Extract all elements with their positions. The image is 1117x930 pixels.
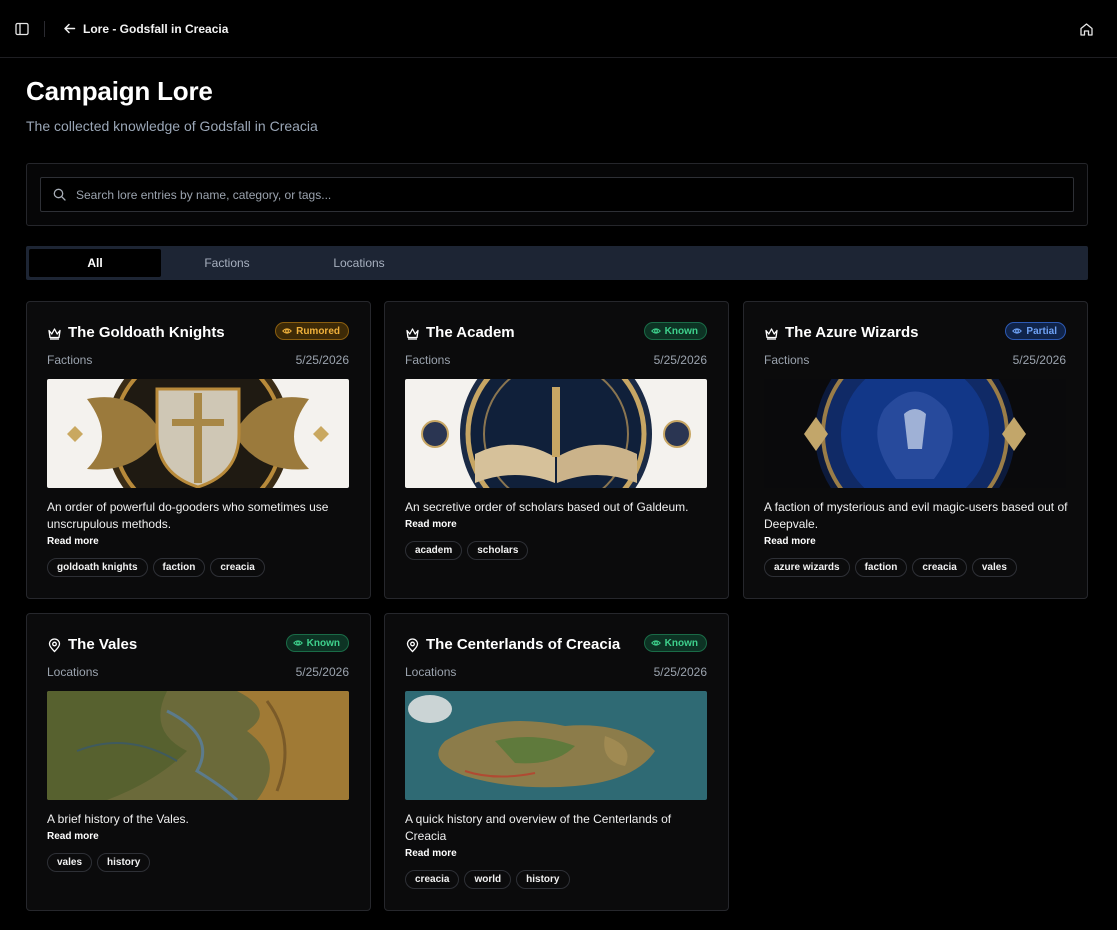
tag[interactable]: faction [152, 558, 206, 577]
read-more-link[interactable]: Read more [764, 535, 1069, 549]
tag[interactable]: vales [971, 558, 1017, 577]
tag-list: academ scholars [405, 541, 710, 560]
lore-card[interactable]: The Goldoath Knights Rumored Factions 5/… [26, 301, 371, 599]
tag[interactable]: azure wizards [764, 558, 850, 577]
card-date: 5/25/2026 [295, 665, 349, 679]
crown-icon [406, 328, 419, 340]
search-input[interactable] [74, 186, 1073, 203]
status-badge: Known [643, 322, 707, 340]
eye-icon [1012, 328, 1023, 334]
lore-card[interactable]: The Azure Wizards Partial Factions 5/25/… [743, 301, 1088, 599]
status-badge: Partial [1005, 322, 1066, 340]
eye-icon [650, 328, 661, 334]
crown-icon [765, 328, 778, 340]
tag[interactable]: goldoath knights [47, 558, 148, 577]
search-panel [26, 163, 1088, 226]
tag-list: azure wizards faction creacia vales [764, 558, 1069, 577]
card-image [47, 691, 349, 800]
card-date: 5/25/2026 [295, 353, 349, 367]
tag[interactable]: faction [854, 558, 908, 577]
eye-icon [282, 328, 293, 334]
tag[interactable]: academ [405, 541, 463, 560]
card-description-block: An order of powerful do-gooders who some… [47, 499, 352, 577]
read-more-link[interactable]: Read more [405, 518, 710, 532]
card-date: 5/25/2026 [653, 665, 707, 679]
card-image [764, 379, 1066, 488]
card-description: A brief history of the Vales. [47, 812, 189, 826]
card-title: The Academ [426, 324, 515, 341]
top-bar: Lore - Godsfall in Creacia [0, 0, 1117, 58]
card-date: 5/25/2026 [1012, 353, 1066, 367]
card-description: A quick history and overview of the Cent… [405, 812, 672, 843]
card-title: The Azure Wizards [785, 324, 919, 341]
card-image [47, 379, 349, 488]
crown-icon [48, 328, 61, 340]
status-badge: Known [285, 634, 349, 652]
tag-list: vales history [47, 853, 352, 872]
page-subtitle: The collected knowledge of Godsfall in C… [26, 118, 318, 134]
read-more-link[interactable]: Read more [405, 847, 710, 861]
badge-label: Partial [1026, 325, 1057, 337]
badge-label: Known [664, 637, 698, 649]
tag[interactable]: creacia [210, 558, 265, 577]
tag[interactable]: scholars [467, 541, 529, 560]
card-description: An order of powerful do-gooders who some… [47, 500, 329, 531]
tag-list: creacia world history [405, 870, 710, 889]
card-category: Locations [47, 665, 99, 679]
badge-label: Known [306, 637, 340, 649]
eye-icon [292, 640, 303, 646]
card-category: Factions [764, 353, 810, 367]
read-more-link[interactable]: Read more [47, 830, 352, 844]
card-description-block: A quick history and overview of the Cent… [405, 811, 710, 889]
page-title: Campaign Lore [26, 76, 213, 106]
category-tabs: All Factions Locations [26, 246, 1088, 280]
card-image [405, 379, 707, 488]
eye-icon [650, 640, 661, 646]
card-description: An secretive order of scholars based out… [405, 500, 689, 514]
card-image [405, 691, 707, 800]
card-title: The Goldoath Knights [68, 324, 225, 341]
map-pin-icon [406, 638, 419, 653]
lore-card[interactable]: The Centerlands of Creacia Known Locatio… [384, 613, 729, 911]
divider [44, 20, 45, 37]
status-badge: Rumored [275, 322, 349, 340]
card-category: Factions [405, 353, 451, 367]
home-icon[interactable] [1079, 22, 1095, 38]
card-description: A faction of mysterious and evil magic-u… [764, 500, 1068, 531]
card-description-block: A brief history of the Vales. Read more … [47, 811, 352, 872]
tab-locations[interactable]: Locations [293, 249, 425, 277]
card-title: The Centerlands of Creacia [426, 636, 621, 653]
card-date: 5/25/2026 [653, 353, 707, 367]
tag[interactable]: creacia [912, 558, 967, 577]
card-category: Locations [405, 665, 457, 679]
sidebar-toggle-icon[interactable] [14, 21, 30, 37]
card-category: Factions [47, 353, 93, 367]
tag[interactable]: history [516, 870, 570, 889]
lore-card[interactable]: The Academ Known Factions 5/25/2026 An s… [384, 301, 729, 599]
card-description-block: An secretive order of scholars based out… [405, 499, 710, 560]
breadcrumb: Lore - Godsfall in Creacia [83, 21, 229, 36]
tag[interactable]: vales [47, 853, 93, 872]
map-pin-icon [48, 638, 61, 653]
card-description-block: A faction of mysterious and evil magic-u… [764, 499, 1069, 577]
tag-list: goldoath knights faction creacia [47, 558, 352, 577]
tab-factions[interactable]: Factions [161, 249, 293, 277]
badge-label: Known [664, 325, 698, 337]
tab-all[interactable]: All [29, 249, 161, 277]
card-title: The Vales [68, 636, 138, 653]
search-icon [53, 188, 66, 201]
lore-card[interactable]: The Vales Known Locations 5/25/2026 A br… [26, 613, 371, 911]
back-arrow-icon[interactable] [63, 22, 77, 36]
tag[interactable]: world [464, 870, 512, 889]
status-badge: Known [643, 634, 707, 652]
badge-label: Rumored [296, 325, 340, 337]
read-more-link[interactable]: Read more [47, 535, 352, 549]
tag[interactable]: history [97, 853, 151, 872]
search-box[interactable] [40, 177, 1074, 212]
tag[interactable]: creacia [405, 870, 460, 889]
